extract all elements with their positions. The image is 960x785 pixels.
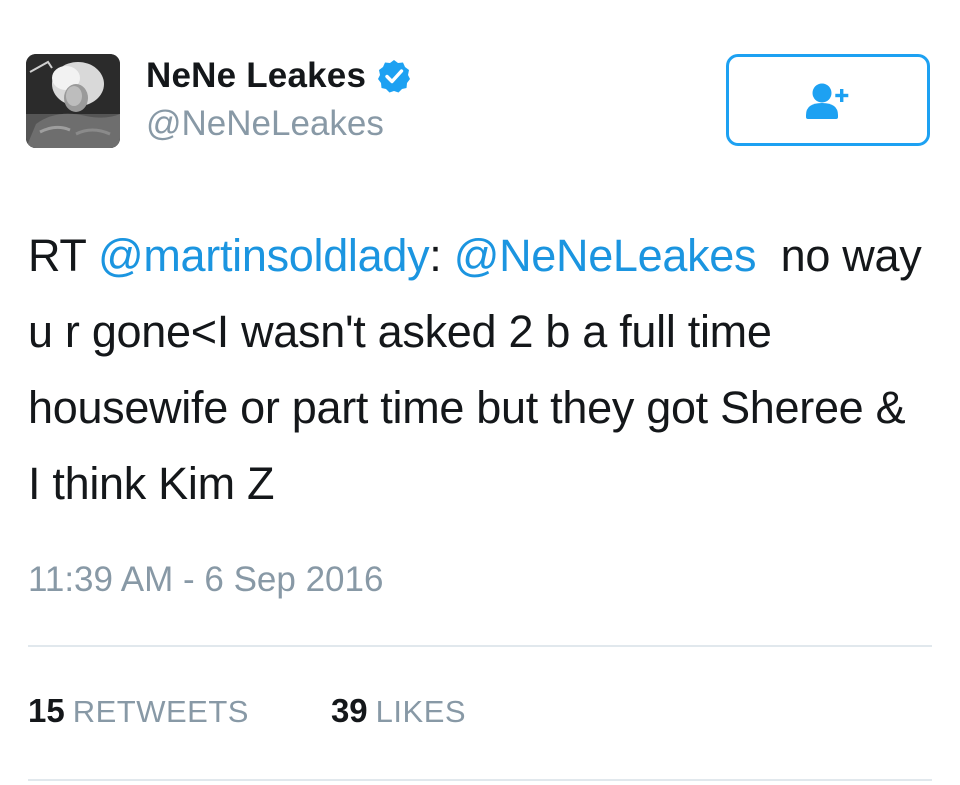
likes-stat[interactable]: 39 LIKES: [331, 692, 466, 730]
retweets-label: RETWEETS: [72, 694, 249, 729]
follow-button[interactable]: [726, 54, 930, 146]
avatar[interactable]: [26, 54, 120, 148]
retweet-prefix: RT: [28, 230, 98, 281]
likes-label: LIKES: [375, 694, 467, 729]
display-name[interactable]: NeNe Leakes: [146, 56, 366, 96]
profile-photo-icon: [26, 54, 120, 148]
mention-separator: :: [429, 230, 454, 281]
tweet-stats: 15 RETWEETS 39 LIKES: [28, 692, 466, 730]
tweet-text: RT @martinsoldlady: @NeNeLeakes no way u…: [28, 218, 928, 522]
mention-link-neneleakes[interactable]: @NeNeLeakes: [454, 230, 757, 281]
tweet-timestamp[interactable]: 11:39 AM - 6 Sep 2016: [28, 560, 383, 600]
divider: [28, 779, 932, 781]
user-handle[interactable]: @NeNeLeakes: [146, 104, 384, 144]
divider: [28, 645, 932, 647]
likes-count: 39: [330, 692, 368, 729]
retweets-count: 15: [28, 692, 65, 729]
mention-link-martinsoldlady[interactable]: @martinsoldlady: [98, 230, 430, 281]
display-name-row: NeNe Leakes: [146, 56, 412, 96]
verified-badge-icon: [376, 58, 412, 94]
add-user-icon: [806, 83, 849, 119]
retweets-stat[interactable]: 15 RETWEETS: [28, 692, 249, 730]
tweet-card: NeNe Leakes @NeNeLeakes RT @martinsoldla…: [0, 0, 960, 785]
